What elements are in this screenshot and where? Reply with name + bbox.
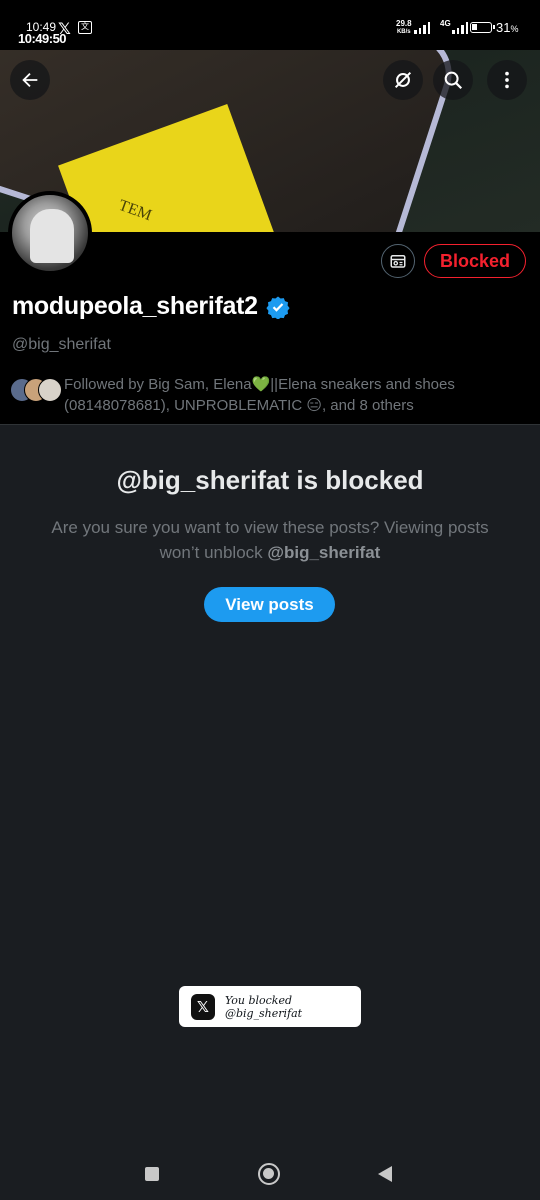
blocked-content-area: @big_sherifat is blocked Are you sure yo… bbox=[0, 424, 540, 1150]
followed-by-text: Followed by Big Sam, Elena💚||Elena sneak… bbox=[64, 376, 455, 414]
back-button[interactable] bbox=[10, 60, 50, 100]
toast-notification: 𝕏 You blocked @big_sherifat bbox=[179, 986, 361, 1027]
toast-message: You blocked @big_sherifat bbox=[224, 993, 303, 1020]
network-type: 4G bbox=[440, 19, 451, 28]
status-bar: 10:49 10:49:50 𝕏 文 29.8 KB/s 4G 31% bbox=[0, 0, 540, 50]
signal-icon-2 bbox=[452, 22, 468, 34]
search-button[interactable] bbox=[433, 60, 473, 100]
arrow-left-icon bbox=[22, 72, 38, 88]
blocked-title: @big_sherifat is blocked bbox=[116, 465, 424, 495]
system-nav-bar bbox=[0, 1150, 540, 1200]
verified-badge-icon bbox=[266, 296, 290, 319]
more-button[interactable] bbox=[487, 60, 527, 100]
x-logo-icon: 𝕏 bbox=[191, 993, 215, 1020]
blocked-description-handle: @big_sherifat bbox=[267, 543, 381, 562]
display-name-text: modupeola_sherifat2 bbox=[12, 292, 258, 320]
archive-button[interactable] bbox=[381, 244, 415, 278]
archive-icon bbox=[390, 255, 406, 268]
blocked-button[interactable]: Blocked bbox=[424, 244, 526, 278]
view-posts-button[interactable]: View posts bbox=[204, 587, 335, 622]
signal-icon bbox=[414, 22, 430, 34]
search-icon bbox=[444, 71, 463, 90]
grok-button[interactable] bbox=[383, 60, 423, 100]
profile-handle: @big_sherifat bbox=[12, 336, 111, 353]
x-notification-icon: 𝕏 bbox=[58, 21, 71, 38]
grok-icon bbox=[394, 71, 412, 89]
follower-avatars bbox=[10, 378, 62, 404]
profile-avatar[interactable] bbox=[8, 191, 92, 275]
recents-button[interactable] bbox=[145, 1167, 159, 1181]
home-button[interactable] bbox=[258, 1163, 280, 1185]
follower-avatar bbox=[38, 378, 62, 402]
more-vertical-icon bbox=[505, 71, 509, 89]
battery-percent: 31% bbox=[496, 20, 519, 35]
display-name: modupeola_sherifat2 bbox=[12, 292, 290, 321]
blocked-description: Are you sure you want to view these post… bbox=[30, 515, 510, 565]
back-nav-button[interactable] bbox=[378, 1166, 392, 1182]
network-speed: 29.8 KB/s bbox=[396, 19, 412, 36]
avatar-figure bbox=[30, 209, 74, 263]
translate-notification-icon: 文 bbox=[78, 21, 92, 34]
battery-icon bbox=[470, 22, 495, 33]
